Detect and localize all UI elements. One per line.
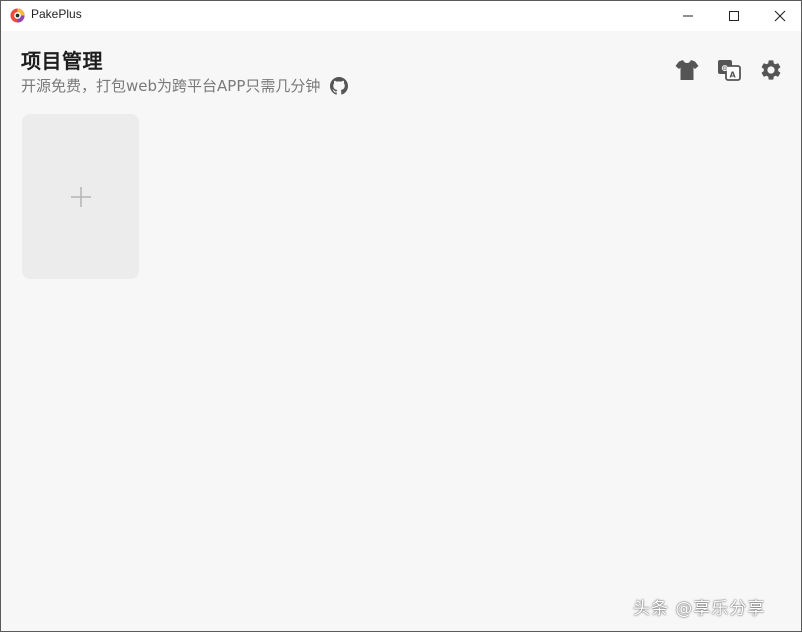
tshirt-icon xyxy=(675,60,699,80)
gear-icon xyxy=(761,60,781,80)
minimize-icon xyxy=(683,15,693,17)
close-button[interactable] xyxy=(757,1,802,31)
window-title: PakePlus xyxy=(31,7,82,21)
page-subtitle: 开源免费，打包web为跨平台APP只需几分钟 xyxy=(21,75,349,96)
language-button[interactable]: ⊕ A xyxy=(715,56,743,84)
watermark: 头条 @享乐分享 xyxy=(633,599,766,619)
theme-button[interactable] xyxy=(673,56,701,84)
app-logo-icon xyxy=(10,8,25,23)
translate-icon: ⊕ A xyxy=(718,60,741,81)
plus-icon xyxy=(70,186,91,207)
github-icon[interactable] xyxy=(330,76,349,95)
minimize-button[interactable] xyxy=(665,1,711,31)
settings-button[interactable] xyxy=(757,56,785,84)
main-content: 项目管理 开源免费，打包web为跨平台APP只需几分钟 ⊕ A 头条 @享乐分享 xyxy=(1,31,801,631)
header-toolbar: ⊕ A xyxy=(673,56,799,84)
page-title: 项目管理 xyxy=(21,49,103,73)
title-bar[interactable]: PakePlus xyxy=(1,1,801,31)
close-icon xyxy=(774,10,786,22)
svg-text:A: A xyxy=(730,71,737,80)
add-project-card[interactable] xyxy=(22,114,139,279)
app-window: PakePlus 项目管理 开源免费，打包web为跨平台APP只需几分钟 ⊕ A… xyxy=(0,0,802,632)
maximize-icon xyxy=(729,11,739,21)
svg-text:⊕: ⊕ xyxy=(721,64,729,74)
maximize-button[interactable] xyxy=(711,1,757,31)
subtitle-text: 开源免费，打包web为跨平台APP只需几分钟 xyxy=(21,77,321,95)
